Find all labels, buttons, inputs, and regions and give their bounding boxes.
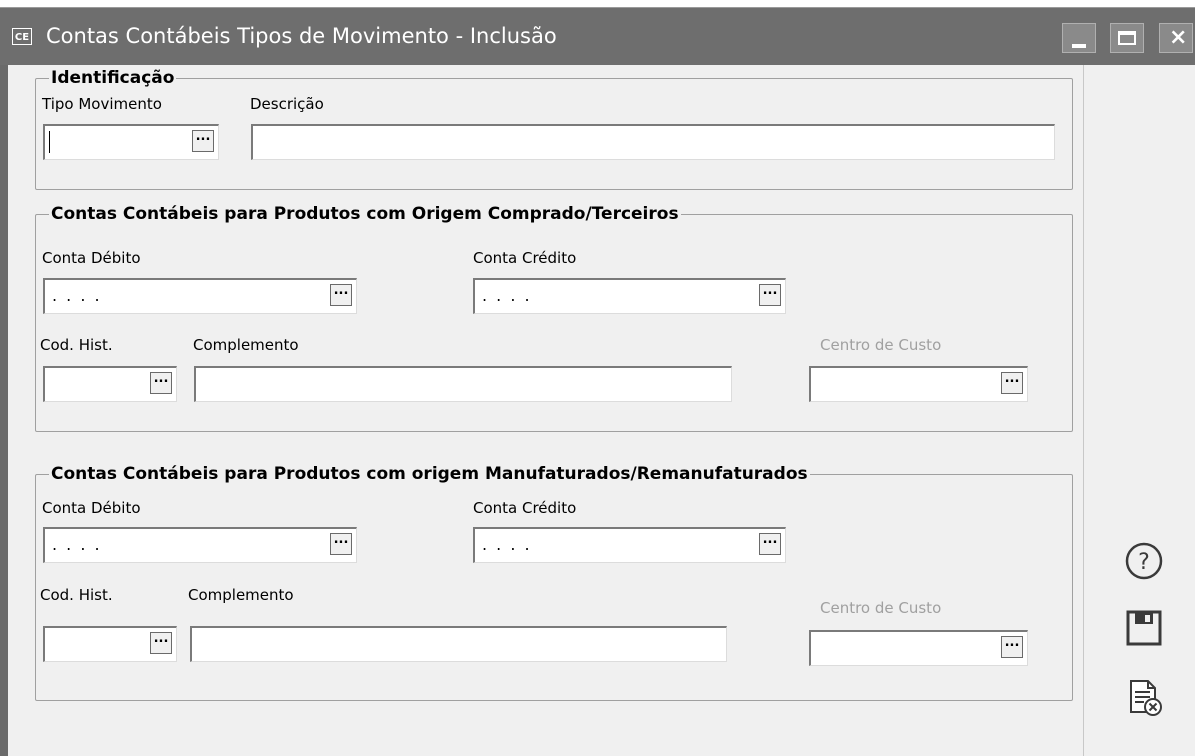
group-comprado-terceiros: Contas Contábeis para Produtos com Orige…: [35, 204, 1073, 432]
centro-custo-input: ...: [809, 630, 1028, 666]
close-icon: ×: [1169, 25, 1188, 50]
minimize-icon: [1072, 44, 1086, 48]
cod-hist-input[interactable]: ...: [43, 366, 177, 402]
text-caret: [49, 131, 50, 153]
save-icon[interactable]: [1125, 609, 1163, 647]
centro-custo-label: Centro de Custo: [820, 599, 942, 617]
app-icon: CE: [12, 28, 32, 45]
minimize-button[interactable]: [1062, 23, 1096, 53]
cod-hist-label: Cod. Hist.: [40, 586, 113, 604]
conta-credito-label: Conta Crédito: [473, 249, 577, 267]
conta-credito-input[interactable]: . . . . ...: [473, 527, 786, 563]
descricao-label: Descrição: [250, 95, 324, 113]
svg-text:?: ?: [1138, 550, 1150, 575]
centro-custo-input: ...: [809, 366, 1028, 402]
complemento-label: Complemento: [193, 336, 299, 354]
complemento-input[interactable]: [194, 366, 732, 402]
window-left-border: [0, 65, 8, 756]
maximize-icon: [1118, 31, 1136, 45]
group-identificacao-title: Identificação: [49, 68, 177, 88]
conta-credito-value: . . . .: [482, 535, 532, 554]
cancel-document-icon[interactable]: [1126, 678, 1164, 718]
descricao-input[interactable]: [251, 124, 1055, 160]
group-identificacao: Identificação Tipo Movimento Descrição .…: [35, 68, 1073, 190]
centro-custo-label: Centro de Custo: [820, 336, 942, 354]
cod-hist-lookup-button[interactable]: ...: [150, 372, 172, 394]
conta-debito-label: Conta Débito: [42, 499, 141, 517]
conta-credito-lookup-button[interactable]: ...: [759, 284, 781, 306]
complemento-input[interactable]: [190, 626, 727, 662]
conta-debito-value: . . . .: [52, 286, 102, 305]
conta-debito-label: Conta Débito: [42, 249, 141, 267]
group-manufaturados-title: Contas Contábeis para Produtos com orige…: [49, 464, 810, 484]
cod-hist-input[interactable]: ...: [43, 626, 177, 662]
conta-debito-input[interactable]: . . . . ...: [43, 278, 357, 314]
group-manufaturados: Contas Contábeis para Produtos com orige…: [35, 464, 1073, 701]
conta-credito-value: . . . .: [482, 286, 532, 305]
complemento-label: Complemento: [188, 586, 294, 604]
conta-credito-input[interactable]: . . . . ...: [473, 278, 786, 314]
window-title: Contas Contábeis Tipos de Movimento - In…: [46, 24, 557, 48]
tipo-movimento-input[interactable]: ...: [43, 124, 219, 160]
tipo-movimento-label: Tipo Movimento: [42, 95, 162, 113]
cod-hist-lookup-button[interactable]: ...: [150, 632, 172, 654]
title-bar[interactable]: CE Contas Contábeis Tipos de Movimento -…: [0, 7, 1195, 65]
group-comprado-title: Contas Contábeis para Produtos com Orige…: [49, 204, 681, 224]
centro-custo-lookup-button: ...: [1001, 636, 1023, 658]
conta-debito-lookup-button[interactable]: ...: [330, 284, 352, 306]
conta-debito-value: . . . .: [52, 535, 102, 554]
centro-custo-lookup-button: ...: [1001, 372, 1023, 394]
maximize-button[interactable]: [1110, 23, 1144, 53]
conta-credito-label: Conta Crédito: [473, 499, 577, 517]
cod-hist-label: Cod. Hist.: [40, 336, 113, 354]
help-icon[interactable]: ?: [1124, 541, 1164, 581]
conta-debito-input[interactable]: . . . . ...: [43, 527, 357, 563]
conta-credito-lookup-button[interactable]: ...: [759, 533, 781, 555]
tipo-movimento-lookup-button[interactable]: ...: [192, 130, 214, 152]
window: CE Contas Contábeis Tipos de Movimento -…: [0, 7, 1195, 756]
close-button[interactable]: ×: [1159, 23, 1193, 53]
conta-debito-lookup-button[interactable]: ...: [330, 533, 352, 555]
action-panel: ?: [1083, 65, 1195, 756]
